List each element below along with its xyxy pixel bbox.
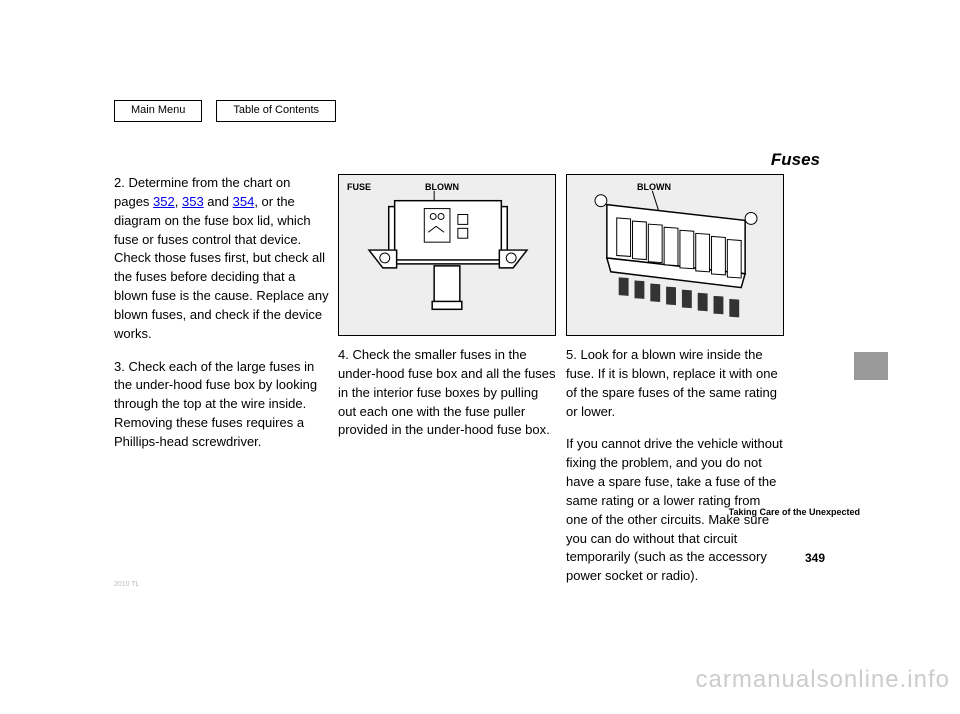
fuse-diagram-2: BLOWN xyxy=(566,174,784,336)
sep: , xyxy=(175,194,182,209)
model-year: 2010 TL xyxy=(114,580,140,590)
step-text: Check each of the large fuses in the und… xyxy=(114,359,317,449)
page-number: 349 xyxy=(805,550,825,567)
step-number: 3. xyxy=(114,359,125,374)
fuse-diagram-1: FUSE BLOWN xyxy=(338,174,556,336)
step-number: 4. xyxy=(338,347,349,362)
fuse-illustration xyxy=(339,175,555,335)
page-title: Fuses xyxy=(771,148,820,173)
fuse-box-illustration xyxy=(567,175,783,335)
label-fuse: FUSE xyxy=(347,181,371,194)
side-tab xyxy=(854,352,888,380)
step-text: Check the smaller fuses in the under-hoo… xyxy=(338,347,556,437)
step-5: 5. Look for a blown wire inside the fuse… xyxy=(566,346,784,421)
step-3: 3. Check each of the large fuses in the … xyxy=(114,358,329,452)
column-2: FUSE BLOWN 4. Check the smaller fuses in… xyxy=(338,174,558,454)
label-blown: BLOWN xyxy=(425,181,459,194)
page-link-353[interactable]: 353 xyxy=(182,194,204,209)
column-1: 2. Determine from the chart on pages 352… xyxy=(114,174,329,466)
step-text: Look for a blown wire inside the fuse. I… xyxy=(566,347,778,419)
label-blown: BLOWN xyxy=(637,181,671,194)
toc-button[interactable]: Table of Contents xyxy=(216,100,336,122)
step-2: 2. Determine from the chart on pages 352… xyxy=(114,174,329,344)
step-number: 2. xyxy=(114,175,125,190)
step-number: 5. xyxy=(566,347,577,362)
column-3: BLOWN xyxy=(566,174,784,600)
step-4: 4. Check the smaller fuses in the under-… xyxy=(338,346,558,440)
page-link-354[interactable]: 354 xyxy=(233,194,255,209)
section-label: Taking Care of the Unexpected xyxy=(729,506,860,519)
step-text-cont: , or the diagram on the fuse box lid, wh… xyxy=(114,194,329,341)
watermark: carmanualsonline.info xyxy=(696,663,950,698)
page-link-352[interactable]: 352 xyxy=(153,194,175,209)
main-menu-button[interactable]: Main Menu xyxy=(114,100,202,122)
and: and xyxy=(204,194,233,209)
